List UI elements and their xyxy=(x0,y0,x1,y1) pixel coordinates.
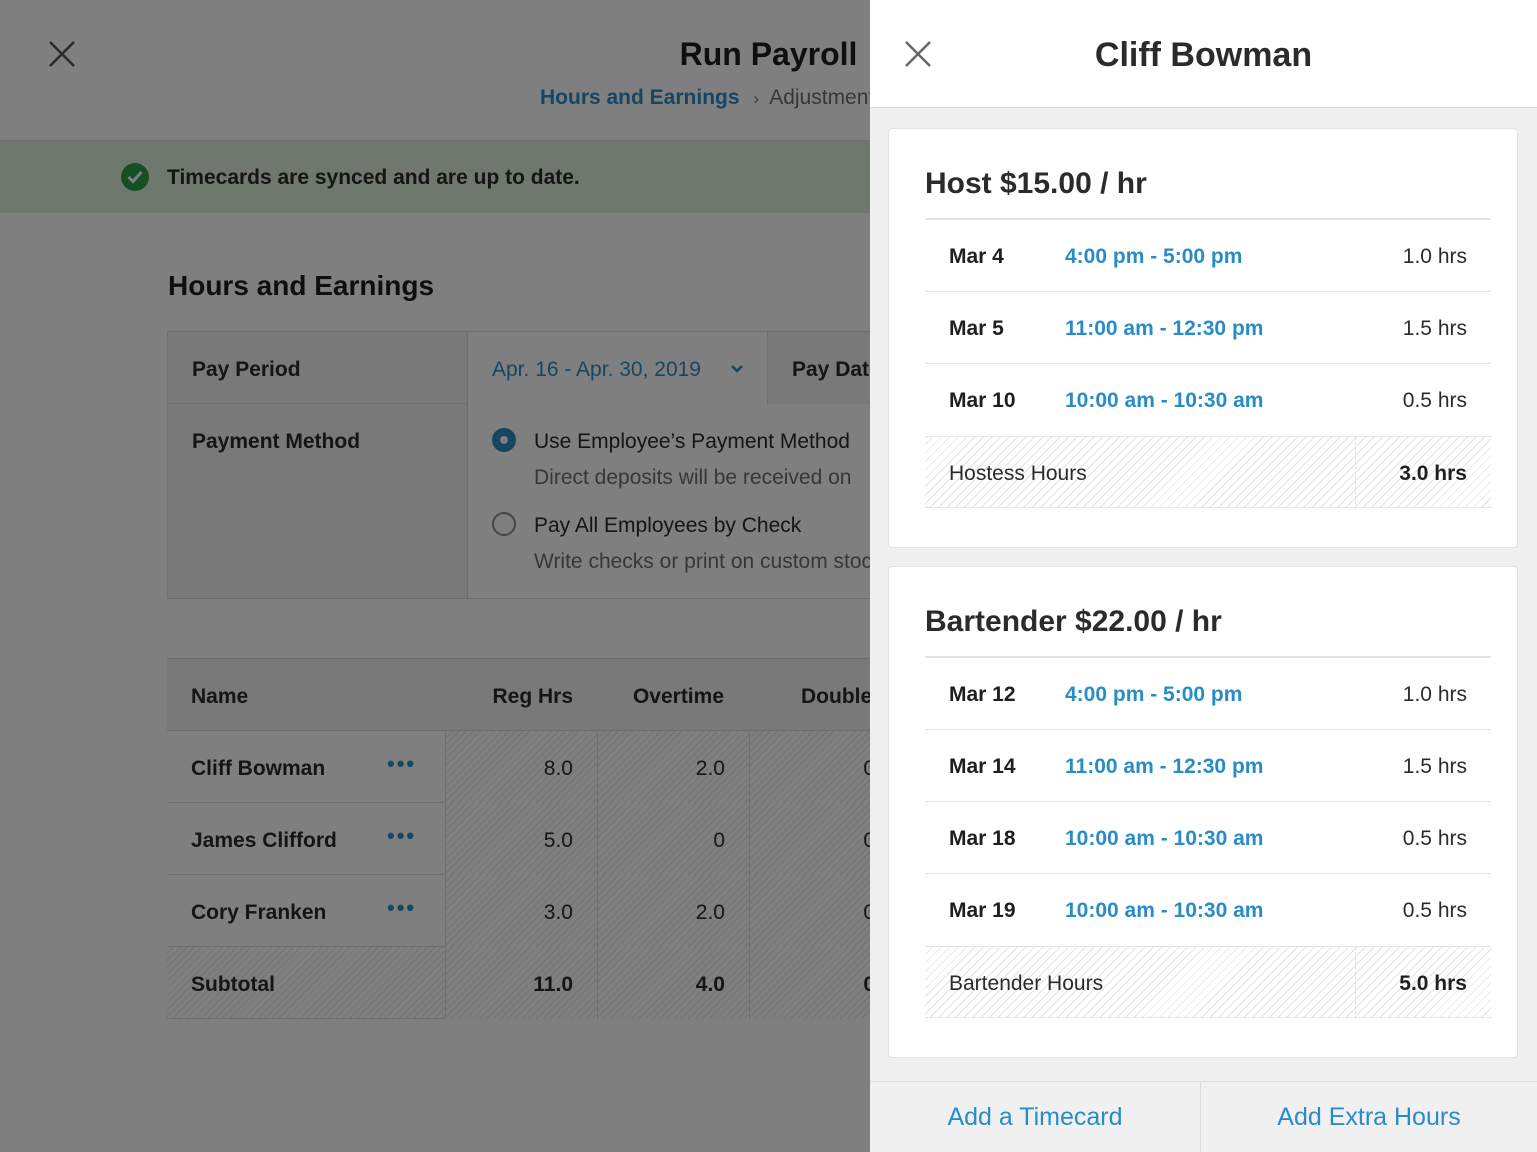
job-card-host: Host $15.00 / hr Mar 4 4:00 pm - 5:00 pm… xyxy=(888,128,1518,548)
shift-date: Mar 14 xyxy=(949,755,1016,778)
job-title: Bartender $22.00 / hr xyxy=(925,605,1222,638)
divider xyxy=(1355,437,1356,509)
modal-backdrop[interactable] xyxy=(0,0,870,1152)
job-total-row: Hostess Hours 3.0 hrs xyxy=(925,436,1491,509)
job-total-row: Bartender Hours 5.0 hrs xyxy=(925,946,1491,1019)
shift-hours: 0.5 hrs xyxy=(1402,827,1467,850)
shift-row[interactable]: Mar 14 11:00 am - 12:30 pm 1.5 hrs xyxy=(925,730,1491,802)
shift-date: Mar 19 xyxy=(949,899,1016,922)
panel-title: Cliff Bowman xyxy=(1094,36,1313,74)
shift-row[interactable]: Mar 12 4:00 pm - 5:00 pm 1.0 hrs xyxy=(925,658,1491,730)
divider xyxy=(1355,947,1356,1019)
add-extra-hours-button[interactable]: Add Extra Hours xyxy=(1201,1082,1537,1152)
job-total-value: 3.0 hrs xyxy=(1399,462,1467,485)
shift-time-link[interactable]: 4:00 pm - 5:00 pm xyxy=(1065,683,1242,707)
shift-row[interactable]: Mar 18 10:00 am - 10:30 am 0.5 hrs xyxy=(925,802,1491,874)
shift-row[interactable]: Mar 19 10:00 am - 10:30 am 0.5 hrs xyxy=(925,874,1491,946)
shift-date: Mar 4 xyxy=(949,245,1004,268)
panel-footer: Add a Timecard Add Extra Hours xyxy=(870,1081,1537,1152)
shift-hours: 1.5 hrs xyxy=(1402,755,1467,778)
job-total-value: 5.0 hrs xyxy=(1399,972,1467,995)
job-card-bartender: Bartender $22.00 / hr Mar 12 4:00 pm - 5… xyxy=(888,566,1518,1058)
job-total-label: Bartender Hours xyxy=(949,972,1104,995)
shift-time-link[interactable]: 4:00 pm - 5:00 pm xyxy=(1065,245,1242,269)
shift-row[interactable]: Mar 10 10:00 am - 10:30 am 0.5 hrs xyxy=(925,364,1491,436)
shift-date: Mar 18 xyxy=(949,827,1016,850)
job-title: Host $15.00 / hr xyxy=(925,167,1147,200)
shift-time-link[interactable]: 10:00 am - 10:30 am xyxy=(1065,899,1263,923)
shift-hours: 0.5 hrs xyxy=(1402,389,1467,412)
shift-date: Mar 5 xyxy=(949,317,1004,340)
add-timecard-button[interactable]: Add a Timecard xyxy=(870,1082,1200,1152)
panel-header: Cliff Bowman xyxy=(870,0,1537,108)
shift-row[interactable]: Mar 5 11:00 am - 12:30 pm 1.5 hrs xyxy=(925,292,1491,364)
shift-hours: 1.0 hrs xyxy=(1402,245,1467,268)
shift-hours: 1.5 hrs xyxy=(1402,317,1467,340)
employee-timecards-panel: Cliff Bowman Host $15.00 / hr Mar 4 4:00… xyxy=(870,0,1537,1152)
shift-time-link[interactable]: 10:00 am - 10:30 am xyxy=(1065,827,1263,851)
shift-date: Mar 10 xyxy=(949,389,1016,412)
shift-time-link[interactable]: 10:00 am - 10:30 am xyxy=(1065,389,1263,413)
shift-date: Mar 12 xyxy=(949,683,1016,706)
shift-row[interactable]: Mar 4 4:00 pm - 5:00 pm 1.0 hrs xyxy=(925,220,1491,292)
job-total-label: Hostess Hours xyxy=(949,462,1087,485)
shift-time-link[interactable]: 11:00 am - 12:30 pm xyxy=(1065,317,1263,341)
shift-hours: 0.5 hrs xyxy=(1402,899,1467,922)
shift-hours: 1.0 hrs xyxy=(1402,683,1467,706)
shift-time-link[interactable]: 11:00 am - 12:30 pm xyxy=(1065,755,1263,779)
